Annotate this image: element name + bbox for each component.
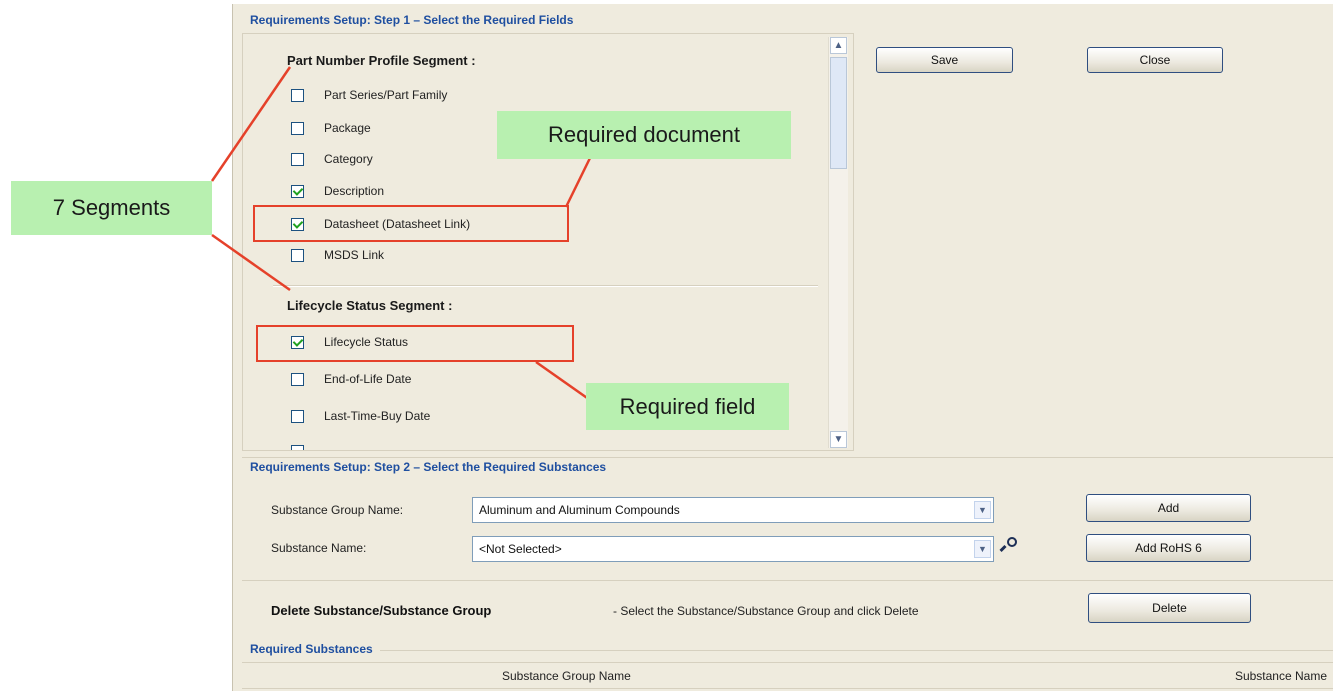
- connector-segments-bottom: [211, 233, 291, 292]
- connector-segments-top: [210, 66, 292, 182]
- connector-required-field: [535, 360, 591, 402]
- callout-required-document: Required document: [497, 111, 791, 159]
- connector-required-document: [564, 157, 592, 208]
- callout-segments: 7 Segments: [11, 181, 212, 235]
- annotation-connectors: [210, 66, 592, 402]
- callout-required-field: Required field: [586, 383, 789, 430]
